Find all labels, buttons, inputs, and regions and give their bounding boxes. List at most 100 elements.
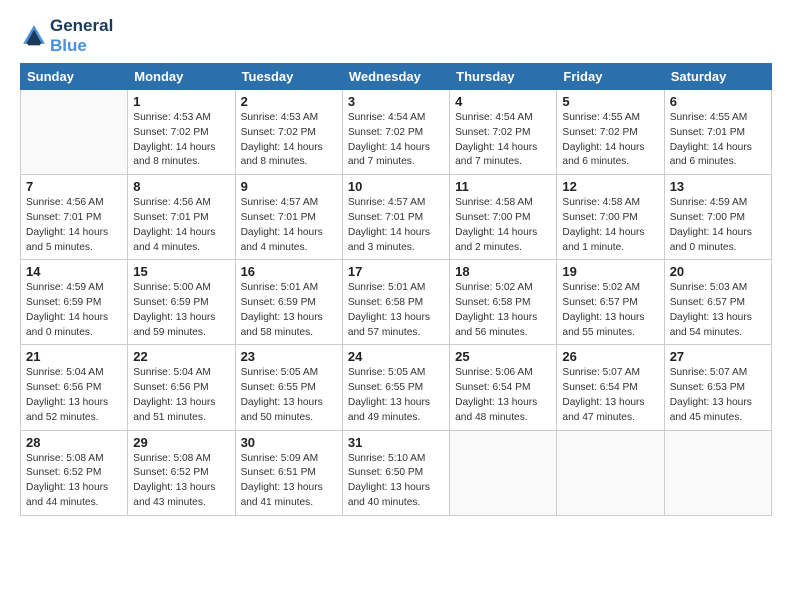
day-number: 2 xyxy=(241,94,337,109)
calendar-container: General Blue SundayMondayTuesdayWednesda… xyxy=(0,0,792,526)
day-number: 4 xyxy=(455,94,551,109)
day-number: 23 xyxy=(241,349,337,364)
day-info: Sunrise: 4:57 AM Sunset: 7:01 PM Dayligh… xyxy=(348,196,444,255)
calendar-cell: 4 Sunrise: 4:54 AM Sunset: 7:02 PM Daylig… xyxy=(450,90,557,175)
day-info: Sunrise: 5:05 AM Sunset: 6:55 PM Dayligh… xyxy=(241,366,337,425)
calendar-cell: 9 Sunrise: 4:57 AM Sunset: 7:01 PM Daylig… xyxy=(235,175,342,260)
day-header-saturday: Saturday xyxy=(664,64,771,90)
day-info: Sunrise: 4:54 AM Sunset: 7:02 PM Dayligh… xyxy=(348,111,444,170)
day-number: 11 xyxy=(455,179,551,194)
day-number: 18 xyxy=(455,264,551,279)
day-info: Sunrise: 5:02 AM Sunset: 6:58 PM Dayligh… xyxy=(455,281,551,340)
week-row-1: 1 Sunrise: 4:53 AM Sunset: 7:02 PM Daylig… xyxy=(21,90,772,175)
day-info: Sunrise: 5:01 AM Sunset: 6:59 PM Dayligh… xyxy=(241,281,337,340)
calendar-cell: 6 Sunrise: 4:55 AM Sunset: 7:01 PM Daylig… xyxy=(664,90,771,175)
week-row-4: 21 Sunrise: 5:04 AM Sunset: 6:56 PM Dayli… xyxy=(21,345,772,430)
day-info: Sunrise: 5:08 AM Sunset: 6:52 PM Dayligh… xyxy=(26,452,122,511)
day-info: Sunrise: 5:03 AM Sunset: 6:57 PM Dayligh… xyxy=(670,281,766,340)
calendar-cell: 27Sunrise: 5:07 AM Sunset: 6:53 PM Dayli… xyxy=(664,345,771,430)
calendar-cell xyxy=(450,430,557,515)
day-number: 6 xyxy=(670,94,766,109)
day-info: Sunrise: 5:01 AM Sunset: 6:58 PM Dayligh… xyxy=(348,281,444,340)
week-row-3: 14 Sunrise: 4:59 AM Sunset: 6:59 PM Dayli… xyxy=(21,260,772,345)
day-number: 3 xyxy=(348,94,444,109)
day-header-monday: Monday xyxy=(128,64,235,90)
day-number: 25 xyxy=(455,349,551,364)
day-number: 28 xyxy=(26,435,122,450)
day-info: Sunrise: 5:00 AM Sunset: 6:59 PM Dayligh… xyxy=(133,281,229,340)
calendar-cell: 8 Sunrise: 4:56 AM Sunset: 7:01 PM Daylig… xyxy=(128,175,235,260)
day-number: 21 xyxy=(26,349,122,364)
day-info: Sunrise: 4:53 AM Sunset: 7:02 PM Dayligh… xyxy=(241,111,337,170)
day-info: Sunrise: 5:05 AM Sunset: 6:55 PM Dayligh… xyxy=(348,366,444,425)
day-number: 1 xyxy=(133,94,229,109)
day-info: Sunrise: 5:06 AM Sunset: 6:54 PM Dayligh… xyxy=(455,366,551,425)
day-number: 26 xyxy=(562,349,658,364)
day-number: 20 xyxy=(670,264,766,279)
calendar-cell: 30Sunrise: 5:09 AM Sunset: 6:51 PM Dayli… xyxy=(235,430,342,515)
calendar-cell: 31 Sunrise: 5:10 AM Sunset: 6:50 PM Dayli… xyxy=(342,430,449,515)
calendar-cell: 2 Sunrise: 4:53 AM Sunset: 7:02 PM Daylig… xyxy=(235,90,342,175)
day-info: Sunrise: 4:55 AM Sunset: 7:01 PM Dayligh… xyxy=(670,111,766,170)
day-header-tuesday: Tuesday xyxy=(235,64,342,90)
calendar-cell: 3 Sunrise: 4:54 AM Sunset: 7:02 PM Daylig… xyxy=(342,90,449,175)
day-info: Sunrise: 4:56 AM Sunset: 7:01 PM Dayligh… xyxy=(26,196,122,255)
day-info: Sunrise: 4:56 AM Sunset: 7:01 PM Dayligh… xyxy=(133,196,229,255)
calendar-cell: 16 Sunrise: 5:01 AM Sunset: 6:59 PM Dayli… xyxy=(235,260,342,345)
calendar-cell: 14 Sunrise: 4:59 AM Sunset: 6:59 PM Dayli… xyxy=(21,260,128,345)
day-info: Sunrise: 4:59 AM Sunset: 7:00 PM Dayligh… xyxy=(670,196,766,255)
days-header-row: SundayMondayTuesdayWednesdayThursdayFrid… xyxy=(21,64,772,90)
header-row: General Blue xyxy=(20,16,772,55)
calendar-cell: 24Sunrise: 5:05 AM Sunset: 6:55 PM Dayli… xyxy=(342,345,449,430)
day-number: 15 xyxy=(133,264,229,279)
calendar-cell: 10 Sunrise: 4:57 AM Sunset: 7:01 PM Dayli… xyxy=(342,175,449,260)
day-info: Sunrise: 4:53 AM Sunset: 7:02 PM Dayligh… xyxy=(133,111,229,170)
week-row-5: 28 Sunrise: 5:08 AM Sunset: 6:52 PM Dayli… xyxy=(21,430,772,515)
calendar-cell: 11 Sunrise: 4:58 AM Sunset: 7:00 PM Dayli… xyxy=(450,175,557,260)
calendar-cell: 13 Sunrise: 4:59 AM Sunset: 7:00 PM Dayli… xyxy=(664,175,771,260)
day-number: 14 xyxy=(26,264,122,279)
calendar-cell: 26 Sunrise: 5:07 AM Sunset: 6:54 PM Dayli… xyxy=(557,345,664,430)
day-info: Sunrise: 5:07 AM Sunset: 6:54 PM Dayligh… xyxy=(562,366,658,425)
day-header-friday: Friday xyxy=(557,64,664,90)
calendar-body: 1 Sunrise: 4:53 AM Sunset: 7:02 PM Daylig… xyxy=(21,90,772,516)
calendar-cell: 23 Sunrise: 5:05 AM Sunset: 6:55 PM Dayli… xyxy=(235,345,342,430)
calendar-cell: 21 Sunrise: 5:04 AM Sunset: 6:56 PM Dayli… xyxy=(21,345,128,430)
day-number: 12 xyxy=(562,179,658,194)
day-number: 29 xyxy=(133,435,229,450)
calendar-cell xyxy=(557,430,664,515)
day-info: Sunrise: 5:02 AM Sunset: 6:57 PM Dayligh… xyxy=(562,281,658,340)
day-number: 7 xyxy=(26,179,122,194)
calendar-cell: 15 Sunrise: 5:00 AM Sunset: 6:59 PM Dayli… xyxy=(128,260,235,345)
day-info: Sunrise: 5:09 AM Sunset: 6:51 PM Dayligh… xyxy=(241,452,337,511)
day-info: Sunrise: 4:59 AM Sunset: 6:59 PM Dayligh… xyxy=(26,281,122,340)
day-header-sunday: Sunday xyxy=(21,64,128,90)
calendar-cell: 25 Sunrise: 5:06 AM Sunset: 6:54 PM Dayli… xyxy=(450,345,557,430)
day-number: 10 xyxy=(348,179,444,194)
calendar-table: SundayMondayTuesdayWednesdayThursdayFrid… xyxy=(20,63,772,516)
day-header-thursday: Thursday xyxy=(450,64,557,90)
calendar-cell: 1 Sunrise: 4:53 AM Sunset: 7:02 PM Daylig… xyxy=(128,90,235,175)
day-number: 19 xyxy=(562,264,658,279)
calendar-cell: 20 Sunrise: 5:03 AM Sunset: 6:57 PM Dayli… xyxy=(664,260,771,345)
day-header-wednesday: Wednesday xyxy=(342,64,449,90)
day-info: Sunrise: 4:57 AM Sunset: 7:01 PM Dayligh… xyxy=(241,196,337,255)
day-number: 31 xyxy=(348,435,444,450)
day-info: Sunrise: 5:10 AM Sunset: 6:50 PM Dayligh… xyxy=(348,452,444,511)
calendar-cell: 12 Sunrise: 4:58 AM Sunset: 7:00 PM Dayli… xyxy=(557,175,664,260)
day-number: 13 xyxy=(670,179,766,194)
day-number: 27 xyxy=(670,349,766,364)
day-number: 16 xyxy=(241,264,337,279)
day-number: 9 xyxy=(241,179,337,194)
day-info: Sunrise: 4:58 AM Sunset: 7:00 PM Dayligh… xyxy=(455,196,551,255)
logo: General Blue xyxy=(20,16,113,55)
day-info: Sunrise: 4:54 AM Sunset: 7:02 PM Dayligh… xyxy=(455,111,551,170)
day-number: 17 xyxy=(348,264,444,279)
day-info: Sunrise: 4:58 AM Sunset: 7:00 PM Dayligh… xyxy=(562,196,658,255)
week-row-2: 7 Sunrise: 4:56 AM Sunset: 7:01 PM Daylig… xyxy=(21,175,772,260)
day-number: 8 xyxy=(133,179,229,194)
day-info: Sunrise: 5:04 AM Sunset: 6:56 PM Dayligh… xyxy=(26,366,122,425)
calendar-cell: 7 Sunrise: 4:56 AM Sunset: 7:01 PM Daylig… xyxy=(21,175,128,260)
calendar-cell: 29Sunrise: 5:08 AM Sunset: 6:52 PM Dayli… xyxy=(128,430,235,515)
calendar-cell xyxy=(21,90,128,175)
